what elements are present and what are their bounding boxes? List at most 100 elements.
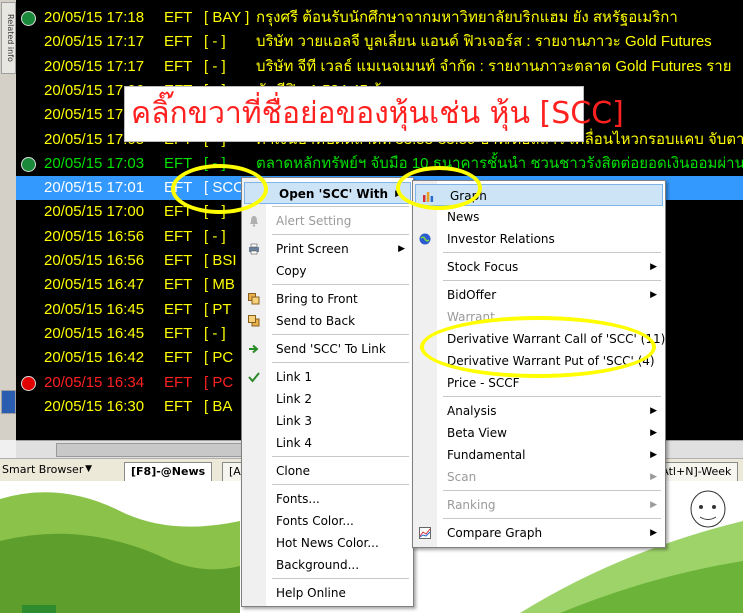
highlight-ring-warrants (420, 316, 656, 378)
news-datetime: 20/05/15 17:01 (44, 179, 145, 197)
news-source: EFT (164, 300, 193, 318)
submenu-item-label: Stock Focus (447, 260, 519, 274)
send-back-icon (248, 315, 260, 327)
ctx-menu-item-label: Link 2 (276, 392, 313, 406)
submenu-item-label: Compare Graph (447, 526, 543, 540)
chevron-right-icon: ▶ (650, 290, 657, 300)
news-symbol[interactable]: [ - ] (204, 322, 226, 346)
chevron-right-icon: ▶ (650, 406, 657, 416)
submenu-item-label: Ranking (447, 498, 496, 512)
news-datetime: 20/05/15 17:17 (44, 57, 145, 75)
ctx-menu-copy[interactable]: Copy (242, 260, 413, 282)
news-datetime: 20/05/15 16:30 (44, 397, 145, 415)
ctx-menu-link-2[interactable]: Link 2 (242, 388, 413, 410)
ctx-menu-link-1[interactable]: Link 1 (242, 366, 413, 388)
news-row[interactable]: 20/05/15 17:17 EFT [ - ] บริษัท จีที เวลธ์ … (16, 55, 743, 79)
globe-icon (419, 233, 431, 245)
ctx-menu-send-to-back[interactable]: Send to Back (242, 310, 413, 332)
submenu-item-label: BidOffer (447, 288, 497, 302)
ctx-menu-link-4[interactable]: Link 4 (242, 432, 413, 454)
ctx-menu-item-label: Link 1 (276, 370, 313, 384)
context-menu: Open 'SCC' With ▶ Alert Setting Print Scree… (241, 177, 414, 607)
side-panel-strip: Related info (0, 0, 17, 440)
news-symbol[interactable]: [ - ] (204, 30, 226, 54)
submenu-fundamental[interactable]: Fundamental ▶ (413, 444, 665, 466)
ctx-menu-fonts[interactable]: Fonts... (242, 488, 413, 510)
ctx-menu-item-label: Clone (276, 464, 311, 478)
side-scroll-button[interactable] (1, 390, 16, 414)
highlight-ring-graph (396, 166, 482, 210)
news-headline: บริษัท วายแอลจี บูลเลี่ยน แอนด์ ฟิวเจอร์… (256, 33, 712, 51)
ctx-menu-print-screen[interactable]: Print Screen ▶ (242, 238, 413, 260)
smart-browser-label: Smart Browser (2, 463, 84, 476)
tab-news[interactable]: [F8]-@News (124, 462, 213, 481)
related-info-tab[interactable]: Related info (1, 2, 16, 74)
menu-separator (272, 234, 409, 235)
ctx-menu-background[interactable]: Background... (242, 554, 413, 576)
ctx-menu-clone[interactable]: Clone (242, 460, 413, 482)
ctx-menu-item-label: Fonts Color... (276, 514, 354, 528)
bell-icon (250, 216, 258, 227)
link-arrow-icon (249, 344, 259, 354)
ctx-menu-send-scc-to-link[interactable]: Send 'SCC' To Link (242, 338, 413, 360)
news-symbol[interactable]: [ BSI (204, 249, 237, 273)
smart-browser-dropdown[interactable]: Smart Browser ▼ (2, 461, 94, 478)
news-datetime: 20/05/15 17:03 (44, 154, 145, 172)
ctx-menu-alert-setting: Alert Setting (242, 210, 413, 232)
ctx-menu-item-label: Print Screen (276, 242, 349, 256)
news-source: EFT (164, 252, 193, 269)
news-flag-icon (21, 156, 36, 172)
news-headline: กรุงศรี ต้อนรับนักศึกษาจากมหาวิทยาลัยบริ… (256, 9, 678, 26)
menu-separator (443, 396, 661, 397)
news-row[interactable]: 20/05/15 17:18 EFT [ BAY ] กรุงศรี ต้อนรับน… (16, 6, 743, 30)
submenu-analysis[interactable]: Analysis ▶ (413, 400, 665, 422)
menu-separator (272, 206, 409, 207)
news-symbol[interactable]: [ PC (204, 371, 233, 395)
ctx-menu-fonts-color[interactable]: Fonts Color... (242, 510, 413, 532)
submenu-item-label: Fundamental (447, 448, 526, 462)
news-symbol[interactable]: [ PT (204, 298, 232, 322)
submenu-bidoffer[interactable]: BidOffer ▶ (413, 284, 665, 306)
chevron-right-icon: ▶ (650, 500, 657, 510)
ctx-menu-help-online[interactable]: Help Online (242, 582, 413, 604)
ctx-menu-item-label: Send 'SCC' To Link (276, 342, 386, 356)
news-datetime: 20/05/15 17:17 (44, 33, 145, 51)
chevron-right-icon: ▶ (650, 428, 657, 438)
submenu-ranking: Ranking ▶ (413, 494, 665, 516)
chevron-right-icon: ▶ (650, 262, 657, 272)
ctx-menu-link-3[interactable]: Link 3 (242, 410, 413, 432)
instruction-callout: คลิ๊กขวาที่ชื่อย่อของหุ้นเช่น หุ้น [SCC] (124, 86, 624, 142)
ctx-menu-item-label: Open 'SCC' With (279, 187, 389, 201)
chevron-right-icon: ▶ (650, 472, 657, 482)
highlight-ring-scc (171, 164, 268, 214)
news-source: EFT (164, 276, 193, 294)
submenu-investor-relations[interactable]: Investor Relations (413, 228, 665, 250)
news-source: EFT (164, 324, 193, 342)
ctx-menu-hot-news-color[interactable]: Hot News Color... (242, 532, 413, 554)
news-symbol[interactable]: [ PC (204, 346, 233, 370)
news-symbol[interactable]: [ - ] (204, 225, 226, 249)
news-datetime: 20/05/15 16:56 (44, 252, 145, 269)
news-row[interactable]: 20/05/15 17:17 EFT [ - ] บริษัท วายแอลจี บู… (16, 30, 743, 54)
submenu-beta-view[interactable]: Beta View ▶ (413, 422, 665, 444)
news-symbol[interactable]: [ BAY ] (204, 6, 249, 30)
submenu-news[interactable]: News (413, 206, 665, 228)
menu-separator (443, 252, 661, 253)
news-symbol[interactable]: [ - ] (204, 55, 226, 79)
news-symbol[interactable]: [ MB (204, 273, 235, 297)
news-datetime: 20/05/15 16:34 (44, 373, 145, 391)
submenu-item-label: Scan (447, 470, 477, 484)
menu-separator (443, 490, 661, 491)
ctx-menu-bring-to-front[interactable]: Bring to Front (242, 288, 413, 310)
news-source: EFT (164, 9, 193, 26)
submenu-compare-graph[interactable]: Compare Graph ▶ (413, 522, 665, 544)
news-source: EFT (164, 397, 193, 415)
news-symbol[interactable]: [ BA (204, 395, 232, 419)
news-row[interactable]: 20/05/15 17:03 EFT[ - ] ตลาดหลักทรัพย์ฯ จั… (16, 152, 743, 176)
chevron-right-icon: ▶ (398, 244, 405, 254)
ctx-menu-item-label: Copy (276, 264, 307, 278)
ctx-menu-item-label: Fonts... (276, 492, 320, 506)
news-source: EFT (164, 349, 193, 367)
ctx-menu-open-scc-with[interactable]: Open 'SCC' With ▶ (244, 182, 411, 204)
submenu-stock-focus[interactable]: Stock Focus ▶ (413, 256, 665, 278)
